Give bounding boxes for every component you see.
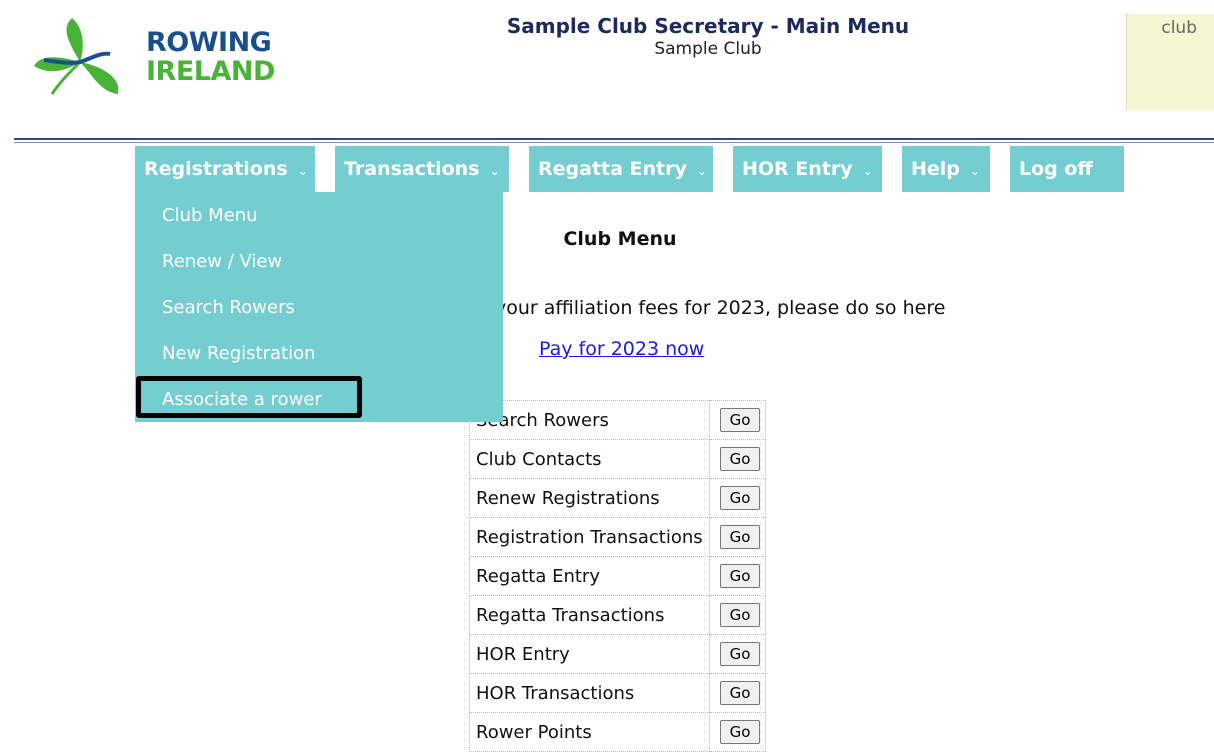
logo-line1: ROWING bbox=[146, 27, 272, 58]
table-row: Regatta Transactions Go bbox=[469, 595, 767, 635]
nav-hor-entry[interactable]: HOR Entry ⌄ bbox=[733, 146, 882, 192]
go-button-renew-registrations[interactable]: Go bbox=[719, 486, 761, 510]
header-divider-thin bbox=[14, 142, 1214, 143]
go-button-club-contacts[interactable]: Go bbox=[719, 447, 761, 471]
pay-now-link[interactable]: Pay for 2023 now bbox=[539, 338, 704, 360]
chevron-down-icon: ⌄ bbox=[489, 164, 500, 178]
page-title: Sample Club Secretary - Main Menu bbox=[506, 14, 910, 38]
table-row: HOR Transactions Go bbox=[469, 673, 767, 713]
club-menu-table: Search Rowers Go Club Contacts Go Renew … bbox=[469, 400, 767, 752]
table-row: Registration Transactions Go bbox=[469, 517, 767, 557]
registrations-dropdown-menu: Club Menu Renew / View Search Rowers New… bbox=[135, 192, 503, 422]
table-row: Regatta Entry Go bbox=[469, 556, 767, 596]
club-corner-panel: club bbox=[1126, 14, 1214, 110]
section-title: Club Menu bbox=[563, 228, 677, 250]
rowing-ireland-logo: ROWING IRELAND bbox=[30, 14, 290, 100]
row-label: Club Contacts bbox=[469, 439, 710, 479]
nav-regatta-entry[interactable]: Regatta Entry ⌄ bbox=[529, 146, 713, 192]
go-button-regatta-transactions[interactable]: Go bbox=[719, 603, 761, 627]
row-label: HOR Transactions bbox=[469, 673, 710, 713]
go-button-search-rowers[interactable]: Go bbox=[719, 408, 761, 432]
row-label: Regatta Transactions bbox=[469, 595, 710, 635]
row-label: Renew Registrations bbox=[469, 478, 710, 518]
table-row: Renew Registrations Go bbox=[469, 478, 767, 518]
row-label: Rower Points bbox=[469, 712, 710, 752]
nav-label: Help bbox=[911, 158, 960, 180]
go-button-rower-points[interactable]: Go bbox=[719, 720, 761, 744]
nav-registrations[interactable]: Registrations ⌄ bbox=[135, 146, 315, 192]
nav-label: Regatta Entry bbox=[538, 158, 687, 180]
nav-label: HOR Entry bbox=[742, 158, 853, 180]
nav-label: Transactions bbox=[344, 158, 480, 180]
menu-item-search-rowers[interactable]: Search Rowers bbox=[162, 297, 295, 318]
chevron-down-icon: ⌄ bbox=[862, 164, 873, 178]
chevron-down-icon: ⌄ bbox=[969, 164, 980, 178]
menu-item-renew-view[interactable]: Renew / View bbox=[162, 251, 282, 272]
table-row: HOR Entry Go bbox=[469, 634, 767, 674]
menu-item-new-registration[interactable]: New Registration bbox=[162, 343, 316, 364]
go-button-hor-entry[interactable]: Go bbox=[719, 642, 761, 666]
menu-item-associate-a-rower[interactable]: Associate a rower bbox=[162, 389, 322, 410]
shamrock-icon bbox=[34, 18, 119, 95]
row-label: Search Rowers bbox=[469, 400, 710, 440]
go-button-hor-transactions[interactable]: Go bbox=[719, 681, 761, 705]
nav-help[interactable]: Help ⌄ bbox=[902, 146, 990, 192]
row-label: HOR Entry bbox=[469, 634, 710, 674]
nav-transactions[interactable]: Transactions ⌄ bbox=[335, 146, 509, 192]
nav-label: Log off bbox=[1019, 158, 1093, 180]
affiliation-info-text: your affiliation fees for 2023, please d… bbox=[495, 297, 946, 319]
nav-label: Registrations bbox=[144, 158, 288, 180]
logo-line2: IRELAND bbox=[146, 56, 275, 87]
logo-wordmark: ROWING IRELAND bbox=[146, 28, 275, 86]
table-row: Search Rowers Go bbox=[469, 400, 767, 440]
chevron-down-icon: ⌄ bbox=[297, 164, 308, 178]
club-corner-label: club bbox=[1161, 18, 1197, 38]
menu-item-club-menu[interactable]: Club Menu bbox=[162, 205, 258, 226]
go-button-regatta-entry[interactable]: Go bbox=[719, 564, 761, 588]
table-row: Club Contacts Go bbox=[469, 439, 767, 479]
header-divider bbox=[14, 138, 1214, 140]
table-row: Rower Points Go bbox=[469, 712, 767, 752]
row-label: Registration Transactions bbox=[469, 517, 710, 557]
go-button-registration-transactions[interactable]: Go bbox=[719, 525, 761, 549]
row-label: Regatta Entry bbox=[469, 556, 710, 596]
nav-log-off[interactable]: Log off bbox=[1010, 146, 1124, 192]
chevron-down-icon: ⌄ bbox=[696, 164, 707, 178]
club-name: Sample Club bbox=[654, 39, 762, 59]
